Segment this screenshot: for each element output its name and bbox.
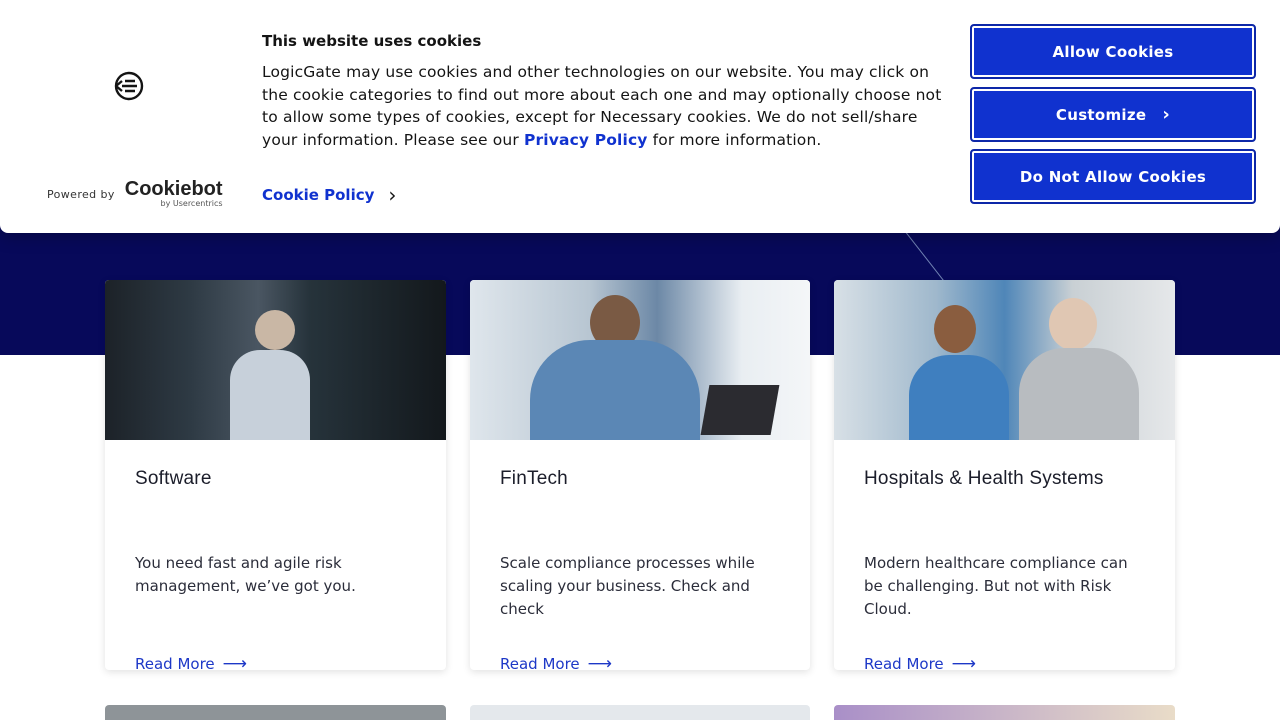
powered-by-label: Powered by xyxy=(47,187,115,201)
arrow-right-icon: ⟶ xyxy=(951,654,977,670)
card-title: Hospitals & Health Systems xyxy=(864,468,1104,489)
card-description: Scale compliance processes while scaling… xyxy=(500,554,755,618)
card-image-partial xyxy=(105,705,446,720)
read-more-label: Read More xyxy=(864,655,944,670)
person-figure xyxy=(255,310,295,350)
cookie-banner: Powered by Cookiebot by Usercentrics Thi… xyxy=(0,0,1280,233)
card-software[interactable]: Software You need fast and agile risk ma… xyxy=(105,280,446,670)
cookie-consent-logo-icon xyxy=(114,71,144,101)
card-image-fintech xyxy=(470,280,810,440)
laptop-shape xyxy=(700,385,780,435)
read-more-link[interactable]: Read More ⟶ xyxy=(864,654,976,670)
card-title: Software xyxy=(135,468,212,489)
allow-cookies-button[interactable]: Allow Cookies xyxy=(970,24,1256,79)
banner-text: LogicGate may use cookies and other tech… xyxy=(262,61,952,151)
person-figure-body xyxy=(1019,348,1139,440)
chevron-right-icon: › xyxy=(388,183,397,207)
person-figure-body xyxy=(909,355,1009,440)
customize-button[interactable]: Customize › xyxy=(970,87,1256,142)
industry-cards: Software You need fast and agile risk ma… xyxy=(105,280,1175,670)
person-figure-body xyxy=(230,350,310,440)
banner-text-part: for more information. xyxy=(647,130,822,149)
cookiebot-wordmark: Cookiebot xyxy=(124,178,223,200)
card-hospitals[interactable]: Hospitals & Health Systems Modern health… xyxy=(834,280,1175,670)
card-description: Modern healthcare compliance can be chal… xyxy=(864,554,1128,618)
deny-cookies-button[interactable]: Do Not Allow Cookies xyxy=(970,149,1256,204)
card-image-partial xyxy=(470,705,810,720)
arrow-right-icon: ⟶ xyxy=(587,654,613,670)
banner-title: This website uses cookies xyxy=(262,32,482,50)
person-figure xyxy=(1049,298,1097,350)
read-more-label: Read More xyxy=(500,655,580,670)
person-figure xyxy=(934,305,976,353)
next-cards-row xyxy=(105,705,1175,720)
card-description: You need fast and agile risk management,… xyxy=(135,554,356,595)
arrow-right-icon: ⟶ xyxy=(222,654,248,670)
cookie-policy-label: Cookie Policy xyxy=(262,186,375,204)
powered-by-cookiebot[interactable]: Powered by Cookiebot by Usercentrics xyxy=(47,178,223,208)
card-image-health xyxy=(834,280,1175,440)
customize-label: Customize xyxy=(1055,105,1147,124)
read-more-label: Read More xyxy=(135,655,215,670)
privacy-policy-link[interactable]: Privacy Policy xyxy=(524,131,648,149)
cookiebot-subtitle: by Usercentrics xyxy=(160,199,223,208)
card-image-software xyxy=(105,280,446,440)
card-title: FinTech xyxy=(500,468,568,489)
read-more-link[interactable]: Read More ⟶ xyxy=(135,654,247,670)
read-more-link[interactable]: Read More ⟶ xyxy=(500,654,612,670)
cookie-policy-link[interactable]: Cookie Policy › xyxy=(262,183,396,207)
person-figure-body xyxy=(530,340,700,440)
cookiebot-logo: Cookiebot by Usercentrics xyxy=(124,178,223,208)
card-image-partial xyxy=(834,705,1175,720)
card-fintech[interactable]: FinTech Scale compliance processes while… xyxy=(470,280,810,670)
chevron-right-icon: › xyxy=(1162,104,1171,125)
